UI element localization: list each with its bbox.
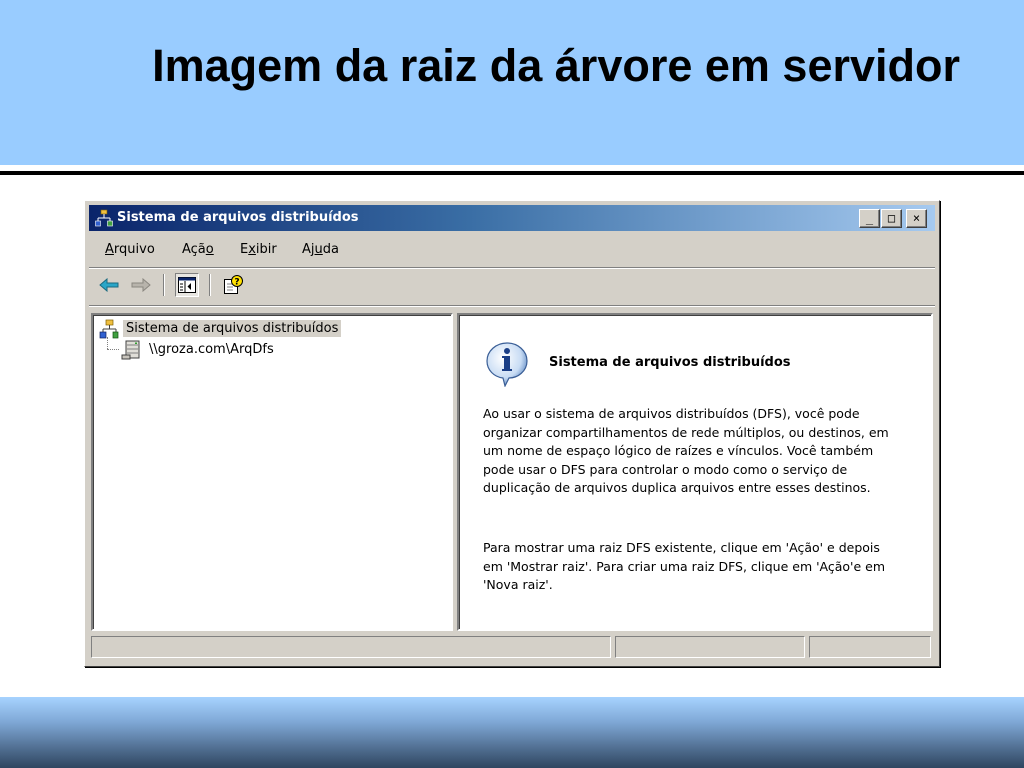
slide-header: Imagem da raiz da árvore em servidor bbox=[0, 0, 1024, 165]
details-paragraph-2: Para mostrar uma raiz DFS existente, cli… bbox=[483, 540, 886, 592]
window-title: Sistema de arquivos distribuídos bbox=[117, 210, 359, 225]
tree-connector bbox=[107, 349, 119, 350]
status-bar bbox=[89, 634, 935, 661]
dfs-icon bbox=[95, 209, 113, 227]
dfs-icon bbox=[99, 319, 119, 339]
tree-item-dfs-root-label: \\groza.com\ArqDfs bbox=[149, 342, 274, 357]
menu-acao[interactable]: Ação bbox=[182, 242, 214, 257]
maximize-button[interactable]: □ bbox=[881, 209, 902, 228]
tree-item-root-label: Sistema de arquivos distribuídos bbox=[123, 320, 342, 337]
details-heading: Sistema de arquivos distribuídos bbox=[549, 355, 791, 370]
help-button[interactable]: ? bbox=[221, 273, 245, 297]
window-titlebar[interactable]: Sistema de arquivos distribuídos _ □ × bbox=[89, 205, 935, 231]
slide-footer-band bbox=[0, 697, 1024, 768]
status-cell-3 bbox=[809, 636, 931, 658]
close-button[interactable]: × bbox=[906, 209, 927, 228]
tree-connector bbox=[107, 337, 108, 349]
show-hide-tree-icon bbox=[178, 277, 196, 293]
details-pane: Sistema de arquivos distribuídos Ao usar… bbox=[457, 313, 933, 631]
info-icon bbox=[486, 342, 528, 387]
back-button[interactable] bbox=[97, 273, 121, 297]
forward-arrow-icon bbox=[131, 278, 151, 292]
menu-exibir[interactable]: Exibir bbox=[240, 242, 277, 257]
tree-pane[interactable]: Sistema de arquivos distribuídos \\groza… bbox=[91, 313, 453, 631]
toolbar: ? bbox=[89, 269, 935, 303]
mmc-window: Sistema de arquivos distribuídos _ □ × A… bbox=[84, 200, 940, 667]
details-paragraph-1: Ao usar o sistema de arquivos distribuíd… bbox=[483, 406, 889, 495]
menu-ajuda[interactable]: Ajuda bbox=[302, 242, 339, 257]
status-cell-2 bbox=[615, 636, 805, 658]
svg-text:?: ? bbox=[234, 278, 239, 288]
slide-title: Imagem da raiz da árvore em servidor bbox=[152, 40, 960, 91]
menu-bar: Arquivo Ação Exibir Ajuda bbox=[89, 235, 935, 265]
slide-divider bbox=[0, 171, 1024, 175]
minimize-button[interactable]: _ bbox=[859, 209, 880, 228]
toolbar-separator bbox=[163, 274, 165, 296]
toolbar-separator-line bbox=[89, 305, 935, 307]
back-arrow-icon bbox=[99, 278, 119, 292]
menu-arquivo[interactable]: Arquivo bbox=[105, 242, 155, 257]
toolbar-separator bbox=[209, 274, 211, 296]
show-hide-tree-button[interactable] bbox=[175, 273, 199, 297]
status-cell-main bbox=[91, 636, 611, 658]
server-icon bbox=[121, 340, 140, 360]
forward-button[interactable] bbox=[129, 273, 153, 297]
help-icon: ? bbox=[224, 275, 243, 294]
